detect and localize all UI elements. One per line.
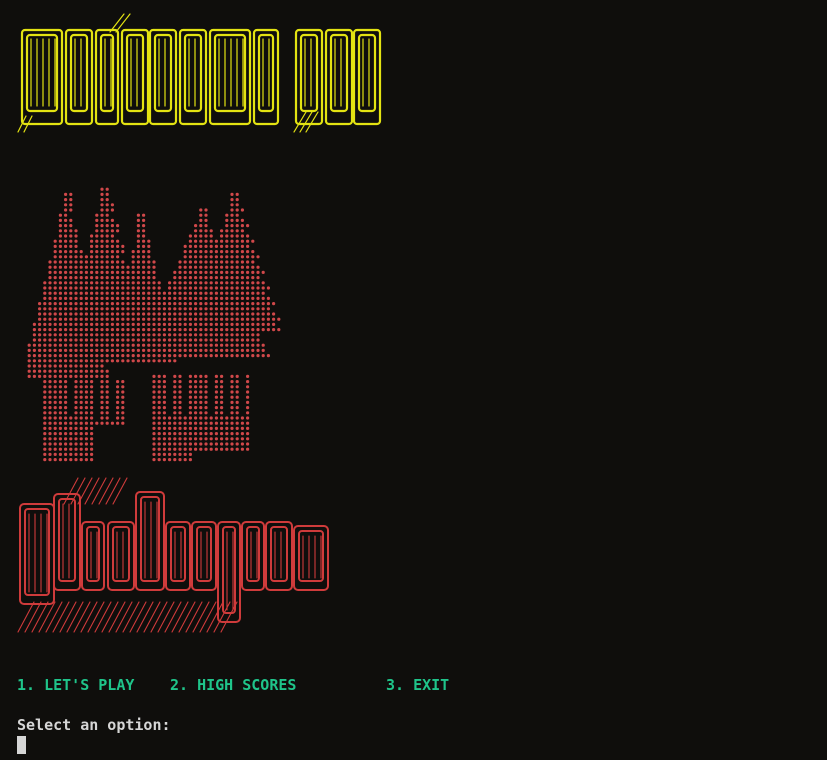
- terminal-cursor[interactable]: [17, 736, 26, 754]
- welcome-ascii-banner: [17, 13, 382, 133]
- menu-option-play[interactable]: 1. LET'S PLAY: [17, 676, 134, 694]
- welcome-letters: [17, 13, 382, 133]
- tree-dots: [27, 187, 281, 462]
- pine-trees-ascii-art: [27, 187, 281, 462]
- main-menu: 1. LET'S PLAY 2. HIGH SCORES 3. EXIT: [17, 676, 517, 696]
- game-title-ascii-banner: [17, 477, 329, 633]
- menu-option-exit[interactable]: 3. EXIT: [386, 676, 449, 694]
- menu-option-high-scores[interactable]: 2. HIGH SCORES: [170, 676, 296, 694]
- option-prompt: Select an option:: [17, 716, 171, 734]
- title-letters: [17, 477, 329, 633]
